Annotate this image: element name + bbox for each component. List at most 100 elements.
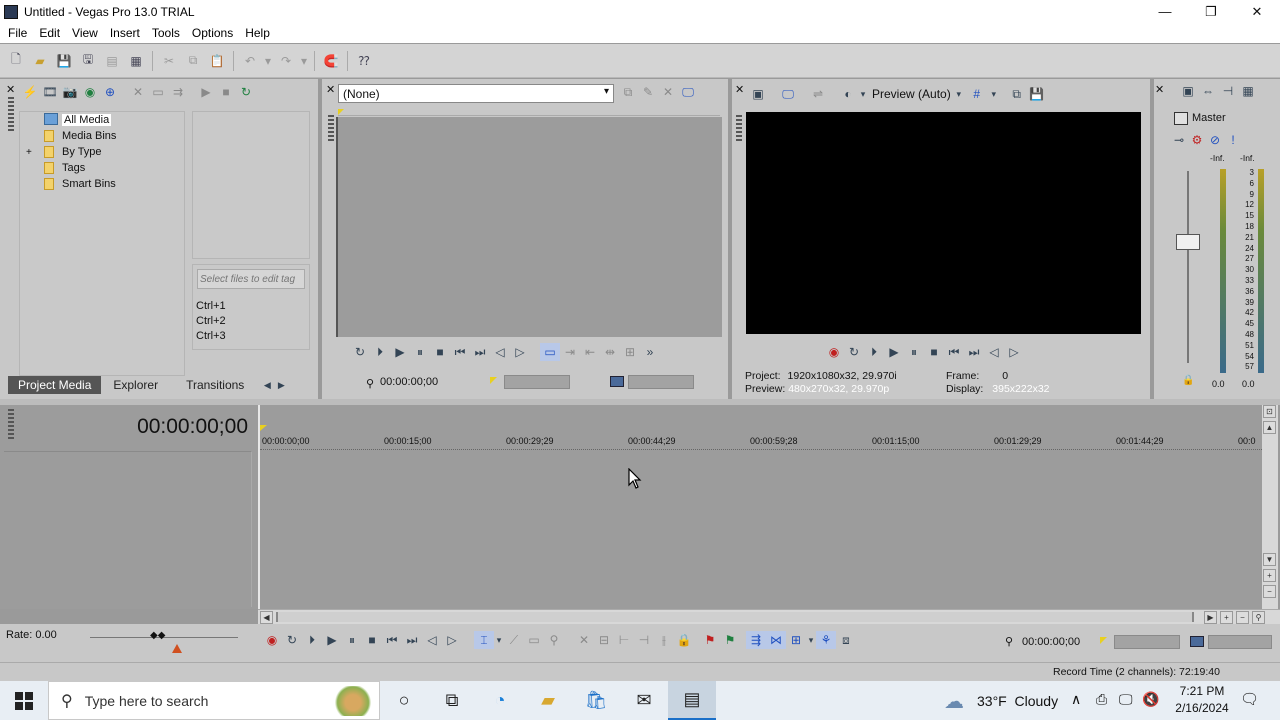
next-frame-icon[interactable]: ▷ <box>442 631 462 649</box>
add-to-timeline-icon[interactable]: ⇥ <box>560 343 580 361</box>
media-generator-icon[interactable]: ⇉ <box>168 83 188 101</box>
more-buttons-icon[interactable]: » <box>640 343 660 361</box>
external-monitor-icon[interactable]: 🖵 <box>778 85 798 103</box>
save-snapshot-icon[interactable]: 💾 <box>1027 85 1047 103</box>
trimmer-clear-icon[interactable]: ✕ <box>658 83 678 101</box>
weather-text[interactable]: 33°F Cloudy <box>977 693 1058 709</box>
tree-item-by-type[interactable]: + By Type <box>20 144 184 160</box>
tree-item-media-bins[interactable]: Media Bins <box>20 128 184 144</box>
selection-length-field[interactable] <box>1208 635 1272 649</box>
master-close-icon[interactable]: ✕ <box>1155 83 1164 96</box>
network-icon[interactable]: 🖵 <box>1119 691 1133 708</box>
undo-dropdown-icon[interactable]: ▾ <box>262 50 274 72</box>
auto-preview-icon[interactable]: ↻ <box>236 83 256 101</box>
previous-frame-icon[interactable]: ◁ <box>490 343 510 361</box>
envelope-tool-icon[interactable]: ⟋ <box>504 631 524 649</box>
rate-slider-handle[interactable]: ◆◆ <box>150 630 165 641</box>
lock-envelopes-icon[interactable]: ⚘ <box>816 631 836 649</box>
volume-fader-handle[interactable] <box>1176 234 1200 250</box>
tab-explorer[interactable]: Explorer <box>101 376 170 394</box>
ignore-grouping-icon[interactable]: ⧈ <box>836 631 856 649</box>
copy-icon[interactable]: ⧉ <box>181 50 205 72</box>
menu-tools[interactable]: Tools <box>146 26 186 40</box>
trimmer-selection-length[interactable] <box>628 375 694 389</box>
previous-frame-icon[interactable]: ◁ <box>422 631 442 649</box>
timeline-vertical-scrollbar[interactable]: ⊡ ▲ ▼ + − <box>1262 405 1278 609</box>
next-frame-icon[interactable]: ▷ <box>1004 343 1024 361</box>
pause-icon[interactable]: ⏸ <box>342 631 362 649</box>
paste-icon[interactable]: 📋 <box>205 50 229 72</box>
stop-icon[interactable]: ■ <box>362 631 382 649</box>
play-icon[interactable]: ▶ <box>884 343 904 361</box>
stop-icon[interactable]: ■ <box>430 343 450 361</box>
add-up-to-cursor-icon[interactable]: ⇹ <box>600 343 620 361</box>
open-folder-icon[interactable]: ▰ <box>28 50 52 72</box>
start-button[interactable] <box>0 681 48 720</box>
whats-this-help-icon[interactable]: ⁇ <box>352 50 376 72</box>
capture-video-icon[interactable]: 🎞 <box>40 83 60 101</box>
dim-output-icon[interactable]: ⇔ <box>1198 82 1218 100</box>
trimmer-clean-icon[interactable]: ✎ <box>638 83 658 101</box>
mail-icon[interactable]: ✉ <box>620 681 668 720</box>
preview-properties-icon[interactable]: ▣ <box>748 85 768 103</box>
notifications-icon[interactable]: 🗨 <box>1240 690 1259 708</box>
lock-icon[interactable]: 🔒 <box>1182 375 1194 386</box>
auto-ripple-icon[interactable]: ⇶ <box>746 631 766 649</box>
save-as-icon[interactable]: 🖫 <box>76 50 100 72</box>
auto-crossfade-icon[interactable]: ⋈ <box>766 631 786 649</box>
stop-icon[interactable]: ■ <box>924 343 944 361</box>
master-solo-icon[interactable]: ! <box>1224 131 1242 149</box>
menu-file[interactable]: File <box>2 26 33 40</box>
loop-region-bar[interactable] <box>260 415 1262 427</box>
expand-icon[interactable]: + <box>26 147 32 158</box>
new-project-icon[interactable]: 🗋 <box>4 50 28 72</box>
play-media-icon[interactable]: ▶ <box>196 83 216 101</box>
zoom-out-horizontal-icon[interactable]: − <box>1236 611 1249 624</box>
trim-icon[interactable]: ⊟ <box>594 631 614 649</box>
insert-region-icon[interactable]: ⚑ <box>720 631 740 649</box>
cut-icon[interactable]: ✂ <box>157 50 181 72</box>
properties-icon[interactable]: ▦ <box>124 50 148 72</box>
trimmer-select-icon[interactable]: ⧉ <box>618 83 638 101</box>
master-mute-icon[interactable]: ⊣ <box>1218 82 1238 100</box>
zoom-tool-icon[interactable]: ⚲ <box>1252 611 1265 624</box>
downmix-icon[interactable]: ▣ <box>1178 82 1198 100</box>
master-bypass-icon[interactable]: ⊘ <box>1206 131 1224 149</box>
vegas-taskbar-icon[interactable]: ▤ <box>668 681 716 720</box>
scroll-right-icon[interactable]: ▶ <box>1204 611 1217 624</box>
zoom-in-horizontal-icon[interactable]: + <box>1220 611 1233 624</box>
stop-media-icon[interactable]: ■ <box>216 83 236 101</box>
bus-routing-icon[interactable]: ⊸ <box>1170 131 1188 149</box>
pause-icon[interactable]: ⏸ <box>904 343 924 361</box>
edge-browser-icon[interactable]: ◔ <box>476 681 524 720</box>
quality-dropdown-icon[interactable]: ▾ <box>951 85 967 103</box>
render-icon[interactable]: ▤ <box>100 50 124 72</box>
scroll-down-icon[interactable]: ▼ <box>1263 553 1276 566</box>
trimmer-close-icon[interactable]: ✕ <box>326 83 335 96</box>
overlays-dropdown-icon[interactable]: ▾ <box>987 85 1001 103</box>
menu-view[interactable]: View <box>66 26 104 40</box>
undo-icon[interactable]: ↶ <box>238 50 262 72</box>
split-icon[interactable]: ⫲ <box>654 631 674 649</box>
delete-icon[interactable]: ✕ <box>574 631 594 649</box>
go-to-start-icon[interactable]: ⏮ <box>382 631 402 649</box>
go-to-start-icon[interactable]: ⏮ <box>944 343 964 361</box>
go-to-start-icon[interactable]: ⏮ <box>450 343 470 361</box>
video-fx-icon[interactable]: ⇌ <box>808 85 828 103</box>
show-hidden-icons-icon[interactable]: ∧ <box>1071 691 1081 708</box>
loop-playback-icon[interactable]: ↻ <box>844 343 864 361</box>
trim-start-icon[interactable]: ⊢ <box>614 631 634 649</box>
clock-date[interactable]: 2/16/2024 <box>1166 701 1238 715</box>
record-icon[interactable]: ◉ <box>824 343 844 361</box>
tab-transitions[interactable]: Transitions <box>170 376 260 394</box>
record-icon[interactable]: ◉ <box>262 631 282 649</box>
preview-close-icon[interactable]: ✕ <box>735 83 744 96</box>
edit-tool-dropdown-icon[interactable]: ▾ <box>494 631 504 649</box>
go-to-end-icon[interactable]: ⏭ <box>964 343 984 361</box>
tag-input[interactable] <box>197 269 305 289</box>
split-dropdown-icon[interactable]: ▾ <box>858 85 868 103</box>
trimmer-selection-start[interactable] <box>504 375 570 389</box>
task-view-icon[interactable]: ⧉ <box>428 681 476 720</box>
go-to-end-icon[interactable]: ⏭ <box>470 343 490 361</box>
lock-event-icon[interactable]: 🔒 <box>674 631 694 649</box>
